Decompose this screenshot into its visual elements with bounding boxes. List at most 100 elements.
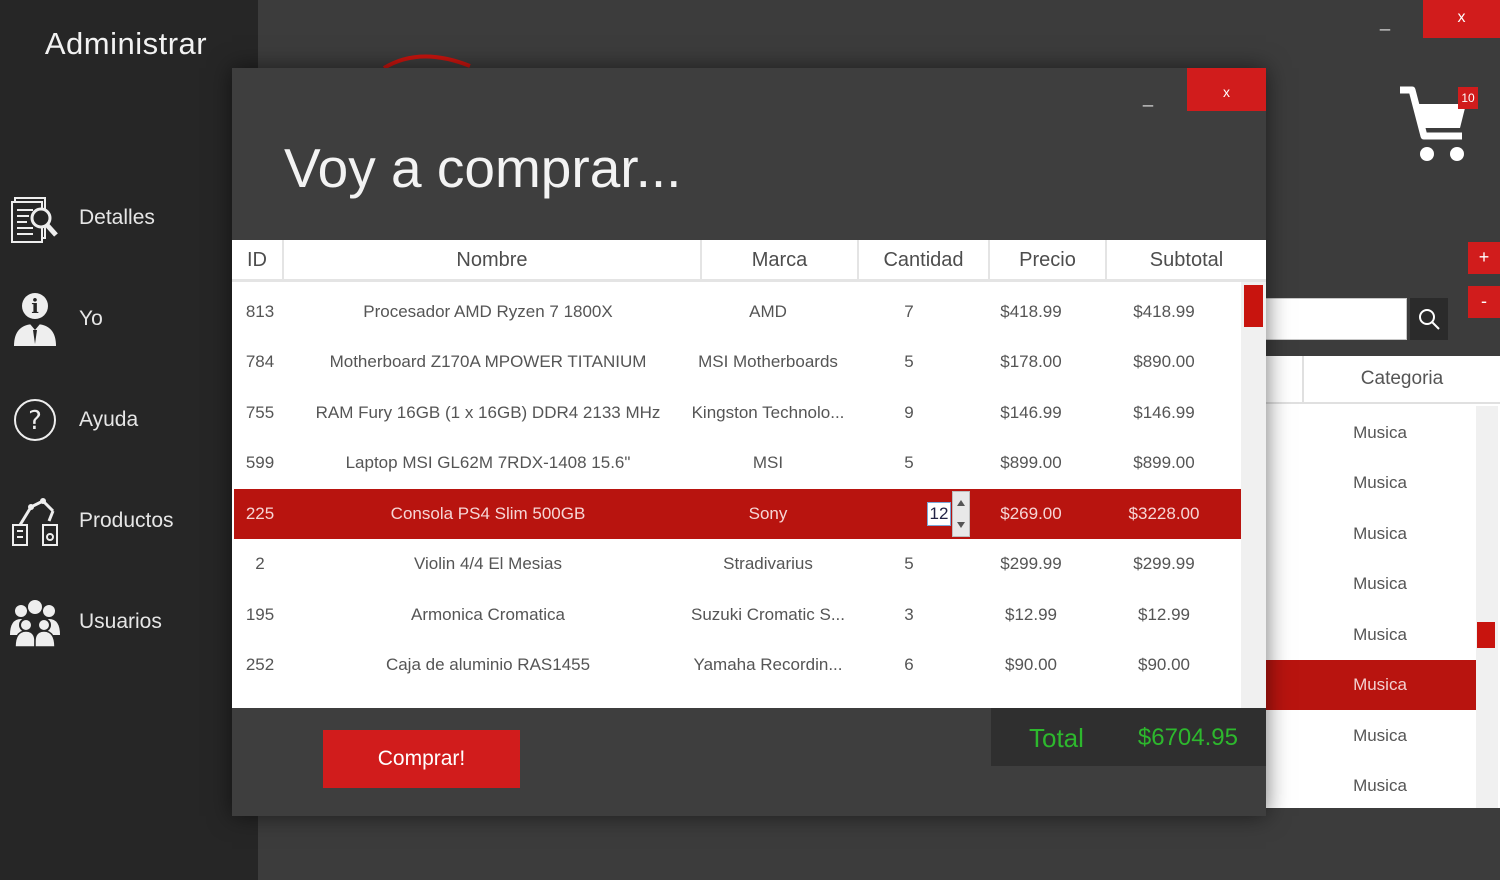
cell-id: 2	[255, 554, 265, 573]
search-button[interactable]	[1410, 298, 1448, 340]
stepper-down-icon[interactable]	[953, 514, 969, 536]
cell-marca: MSI	[752, 453, 784, 472]
sidebar-item-usuarios[interactable]: Usuarios	[0, 587, 258, 657]
buy-button[interactable]: Comprar!	[323, 730, 520, 788]
dialog-minimize-button[interactable]: _	[1134, 82, 1162, 112]
table-row[interactable]: Musica	[1262, 458, 1476, 508]
cell-id: 195	[245, 605, 275, 624]
table-row[interactable]: 755 RAM Fury 16GB (1 x 16GB) DDR4 2133 M…	[232, 388, 1240, 438]
cell-cantidad[interactable]: 7	[888, 287, 930, 337]
table-row[interactable]: 784 Motherboard Z170A MPOWER TITANIUM MS…	[232, 337, 1240, 387]
sidebar-item-ayuda[interactable]: ? Ayuda	[0, 385, 258, 455]
cell-precio: $899.00	[1000, 453, 1062, 472]
scrollbar-thumb[interactable]	[1477, 622, 1495, 648]
purchase-dialog: _ x Voy a comprar... ID Nombre Marca Can…	[232, 68, 1266, 816]
table-row[interactable]: 252 Caja de aluminio RAS1455 Yamaha Reco…	[232, 640, 1240, 690]
cell-precio: $90.00	[1005, 655, 1057, 674]
products-table: Categoria Musica Musica Musica Musica Mu…	[1262, 356, 1500, 808]
cell-marca: MSI Motherboards	[698, 352, 838, 371]
stepper-up-icon[interactable]	[953, 492, 969, 514]
add-button[interactable]: +	[1468, 242, 1500, 274]
column-header-nombre[interactable]: Nombre	[284, 240, 702, 280]
cell-subtotal: $90.00	[1138, 655, 1190, 674]
sidebar-item-label: Ayuda	[79, 408, 139, 431]
cart-count-badge: 10	[1458, 87, 1478, 109]
search-icon	[1419, 309, 1440, 330]
sidebar-item-label: Yo	[79, 307, 103, 330]
cell-cantidad[interactable]: 5	[888, 438, 930, 488]
cell-precio: $178.00	[1000, 352, 1062, 371]
sidebar-item-yo[interactable]: i Yo	[0, 284, 258, 354]
cell-cantidad[interactable]: 3	[888, 590, 930, 640]
table-header: ID Nombre Marca Cantidad Precio Subtotal	[232, 240, 1266, 282]
cell-id: 784	[245, 352, 275, 371]
table-header: Categoria	[1262, 356, 1500, 404]
column-header-categoria[interactable]: Categoria	[1304, 356, 1500, 404]
column-header-cantidad[interactable]: Cantidad	[859, 240, 990, 280]
cell-id: 813	[245, 302, 275, 321]
cell-cantidad[interactable]: 6	[888, 640, 930, 690]
cell-nombre: Armonica Cromatica	[411, 605, 565, 624]
stepper-arrows[interactable]	[952, 491, 970, 537]
column-header-precio[interactable]: Precio	[990, 240, 1107, 280]
table-row[interactable]: 195 Armonica Cromatica Suzuki Cromatic S…	[232, 590, 1240, 640]
sidebar-item-detalles[interactable]: Detalles	[0, 183, 258, 253]
svg-text:i: i	[31, 294, 39, 318]
cell-subtotal: $12.99	[1138, 605, 1190, 624]
table-row-selected[interactable]: Musica	[1262, 660, 1476, 710]
window-minimize-button[interactable]: _	[1370, 6, 1400, 36]
column-header-subtotal[interactable]: Subtotal	[1107, 240, 1266, 280]
column-header-marca[interactable]: Marca	[702, 240, 859, 280]
cell-marca: Sony	[748, 504, 788, 523]
remove-button[interactable]: -	[1468, 286, 1500, 318]
cell-cantidad[interactable]: 5	[888, 337, 930, 387]
user-info-icon: i	[9, 292, 61, 346]
total-label: Total	[1029, 723, 1084, 753]
help-icon: ?	[9, 393, 61, 447]
table-row[interactable]: Musica	[1262, 711, 1476, 761]
table-scrollbar[interactable]	[1241, 282, 1266, 708]
sidebar: Administrar Detalles i Yo ? Ayuda Produc…	[0, 0, 258, 880]
window-close-button[interactable]: x	[1423, 0, 1500, 38]
sidebar-item-label: Detalles	[79, 206, 155, 229]
cell-marca: Suzuki Cromatic S...	[691, 605, 845, 624]
quantity-stepper[interactable]: 12	[927, 491, 974, 537]
cell-subtotal: $299.99	[1133, 554, 1195, 573]
table-row[interactable]: Musica	[1262, 559, 1476, 609]
quantity-input[interactable]: 12	[927, 502, 951, 526]
table-row[interactable]: 813 Procesador AMD Ryzen 7 1800X AMD 7 $…	[232, 287, 1240, 337]
cell-subtotal: $3228.00	[1128, 504, 1200, 523]
table-row[interactable]: 599 Laptop MSI GL62M 7RDX-1408 15.6" MSI…	[232, 438, 1240, 488]
dialog-close-button[interactable]: x	[1187, 68, 1266, 111]
table-row-selected[interactable]: 225 Consola PS4 Slim 500GB Sony 12 $269.…	[234, 489, 1241, 539]
cell-precio: $299.99	[1000, 554, 1062, 573]
cell-nombre: Consola PS4 Slim 500GB	[390, 504, 586, 523]
table-row[interactable]: Musica	[1262, 509, 1476, 559]
scrollbar-thumb[interactable]	[1244, 285, 1263, 327]
cell-subtotal: $890.00	[1133, 352, 1195, 371]
table-row[interactable]: Musica	[1262, 408, 1476, 458]
svg-text:?: ?	[28, 406, 42, 436]
sidebar-item-label: Productos	[79, 509, 174, 532]
cell-id: 599	[245, 453, 275, 472]
table-row[interactable]: Musica	[1262, 610, 1476, 660]
cell-cantidad[interactable]: 9	[888, 388, 930, 438]
cell-nombre: Motherboard Z170A MPOWER TITANIUM	[329, 352, 647, 371]
cell-marca: Kingston Technolo...	[691, 403, 845, 422]
cell-nombre: Procesador AMD Ryzen 7 1800X	[363, 302, 613, 321]
total-panel: Total $6704.95	[991, 708, 1266, 766]
table-row[interactable]: 2 Violin 4/4 El Mesias Stradivarius 5 $2…	[232, 539, 1240, 589]
dialog-title: Voy a comprar...	[284, 137, 682, 199]
sidebar-item-label: Usuarios	[79, 610, 162, 633]
table-scrollbar[interactable]	[1476, 406, 1498, 808]
cell-precio: $146.99	[1000, 403, 1062, 422]
table-row[interactable]: Musica	[1262, 761, 1476, 811]
search-input[interactable]	[1262, 298, 1407, 340]
cell-precio: $12.99	[1005, 605, 1057, 624]
sidebar-item-productos[interactable]: Productos	[0, 486, 258, 556]
column-header-id[interactable]: ID	[232, 240, 284, 280]
cell-precio: $269.00	[1000, 504, 1062, 523]
document-search-icon	[9, 191, 61, 245]
cell-marca: Yamaha Recordin...	[693, 655, 843, 674]
cell-cantidad[interactable]: 5	[888, 539, 930, 589]
